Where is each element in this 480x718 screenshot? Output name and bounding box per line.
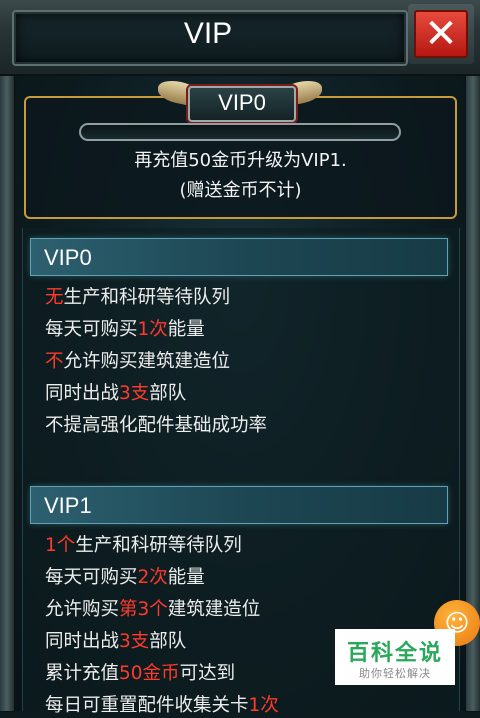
perk-text: 每天可购买	[45, 319, 138, 340]
perk-text: 允许购买	[45, 599, 120, 620]
perk-text: 每天可购买	[45, 567, 138, 588]
perk-text: 能量	[167, 319, 205, 340]
perk-item: 不允许购买建筑建造位	[45, 350, 230, 374]
perk-highlight: 3支	[119, 631, 150, 652]
perk-text: 不提高强化配件基础成功率	[45, 415, 268, 436]
tier-title: VIP1	[44, 493, 92, 518]
title-bar: VIP ✕	[0, 0, 480, 76]
perk-highlight: 1次	[248, 695, 279, 716]
current-vip-badge: VIP0	[158, 74, 322, 122]
left-frame	[0, 70, 14, 711]
perk-highlight: 1次	[137, 319, 168, 340]
perk-text: 部队	[149, 631, 187, 652]
tier-header-vip0: VIP0	[30, 238, 448, 276]
perk-highlight: 50金币	[119, 663, 180, 684]
perk-item: 1个生产和科研等待队列	[45, 534, 242, 558]
upgrade-progress-bar	[79, 123, 401, 141]
perk-item: 每天可购买1次能量	[45, 318, 205, 342]
watermark-title: 百科全说	[346, 641, 443, 666]
perk-item: 同时出战3支部队	[45, 382, 186, 406]
perk-highlight: 3支	[119, 383, 150, 404]
perk-highlight: 2次	[137, 567, 168, 588]
perk-text: 累计充值	[45, 663, 120, 684]
perk-item: 累计充值50金币可达到	[45, 662, 235, 686]
perk-highlight: 第3个	[119, 599, 168, 620]
perk-text: 可达到	[179, 663, 236, 684]
close-x-icon[interactable]: ✕	[414, 10, 468, 58]
current-vip-level: VIP0	[218, 90, 266, 115]
perk-text: 同时出战	[45, 631, 120, 652]
upgrade-note-text: (赠送金币不计)	[179, 180, 302, 201]
perk-item: 无生产和科研等待队列	[45, 286, 230, 310]
perk-text: 允许购买建筑建造位	[63, 351, 231, 372]
perk-item: 每日可重置配件收集关卡1次	[45, 694, 279, 718]
perk-text: 部队	[149, 383, 187, 404]
page-title: VIP	[183, 17, 233, 50]
perk-text: 生产和科研等待队列	[63, 287, 231, 308]
perk-item: 每天可购买2次能量	[45, 566, 205, 590]
perk-text: 生产和科研等待队列	[75, 535, 242, 556]
perk-text: 能量	[167, 567, 205, 588]
watermark-logo: 百科全说 助你轻松解决	[335, 629, 455, 685]
perk-text: 同时出战	[45, 383, 120, 404]
perk-item: 同时出战3支部队	[45, 630, 186, 654]
close-button[interactable]: ✕	[408, 4, 474, 64]
perk-text: 建筑建造位	[167, 599, 261, 620]
upgrade-requirement-text: 再充值50金币升级为VIP1.	[134, 150, 347, 171]
perk-highlight: 不	[45, 351, 64, 372]
tier-header-vip1: VIP1	[30, 486, 448, 524]
perk-highlight: 1个	[45, 535, 76, 556]
perk-text: 每日可重置配件收集关卡	[45, 695, 249, 716]
perk-highlight: 无	[45, 287, 64, 308]
perk-item: 允许购买第3个建筑建造位	[45, 598, 260, 622]
tier-title: VIP0	[44, 245, 92, 270]
perk-item: 不提高强化配件基础成功率	[45, 414, 267, 438]
watermark-subtitle: 助你轻松解决	[359, 667, 431, 680]
